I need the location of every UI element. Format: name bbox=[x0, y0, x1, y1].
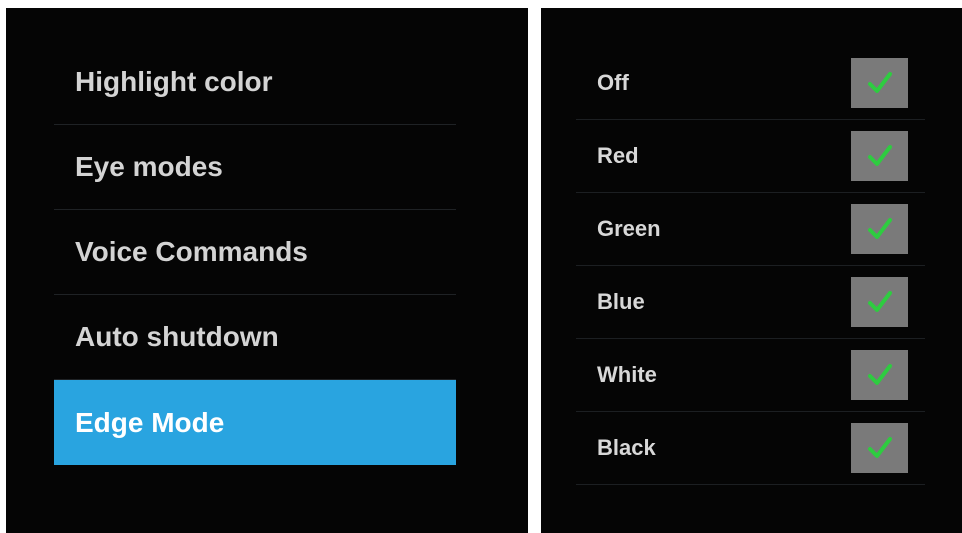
settings-menu: Highlight color Eye modes Voice Commands… bbox=[54, 40, 456, 465]
menu-item-edge-mode[interactable]: Edge Mode bbox=[54, 380, 456, 465]
menu-item-label: Auto shutdown bbox=[75, 321, 279, 352]
menu-item-label: Voice Commands bbox=[75, 236, 308, 267]
checkmark-icon bbox=[867, 291, 892, 312]
option-row-blue[interactable]: Blue bbox=[576, 266, 925, 339]
option-label: Black bbox=[597, 435, 656, 460]
option-label: Red bbox=[597, 143, 639, 168]
checkbox[interactable] bbox=[851, 58, 908, 108]
option-label: White bbox=[597, 362, 657, 387]
option-label: Blue bbox=[597, 289, 645, 314]
option-row-black[interactable]: Black bbox=[576, 412, 925, 485]
menu-item-label: Highlight color bbox=[75, 66, 273, 97]
edge-mode-options-panel: Off Red Green Blue White Black bbox=[541, 8, 962, 533]
menu-item-voice-commands[interactable]: Voice Commands bbox=[54, 210, 456, 295]
option-label: Green bbox=[597, 216, 661, 241]
checkbox[interactable] bbox=[851, 423, 908, 473]
option-row-white[interactable]: White bbox=[576, 339, 925, 412]
checkbox[interactable] bbox=[851, 277, 908, 327]
option-row-green[interactable]: Green bbox=[576, 193, 925, 266]
menu-item-label: Edge Mode bbox=[75, 406, 225, 438]
checkmark-icon bbox=[867, 72, 892, 93]
checkmark-icon bbox=[867, 145, 892, 166]
option-label: Off bbox=[597, 70, 629, 95]
checkmark-icon bbox=[867, 364, 892, 385]
settings-menu-panel: Highlight color Eye modes Voice Commands… bbox=[6, 8, 528, 533]
checkbox[interactable] bbox=[851, 131, 908, 181]
menu-item-label: Eye modes bbox=[75, 151, 223, 182]
menu-item-eye-modes[interactable]: Eye modes bbox=[54, 125, 456, 210]
checkmark-icon bbox=[867, 437, 892, 458]
option-row-red[interactable]: Red bbox=[576, 120, 925, 193]
menu-item-auto-shutdown[interactable]: Auto shutdown bbox=[54, 295, 456, 380]
menu-item-highlight-color[interactable]: Highlight color bbox=[54, 40, 456, 125]
checkmark-icon bbox=[867, 218, 892, 239]
checkbox[interactable] bbox=[851, 350, 908, 400]
edge-mode-options: Off Red Green Blue White Black bbox=[576, 47, 925, 485]
checkbox[interactable] bbox=[851, 204, 908, 254]
option-row-off[interactable]: Off bbox=[576, 47, 925, 120]
